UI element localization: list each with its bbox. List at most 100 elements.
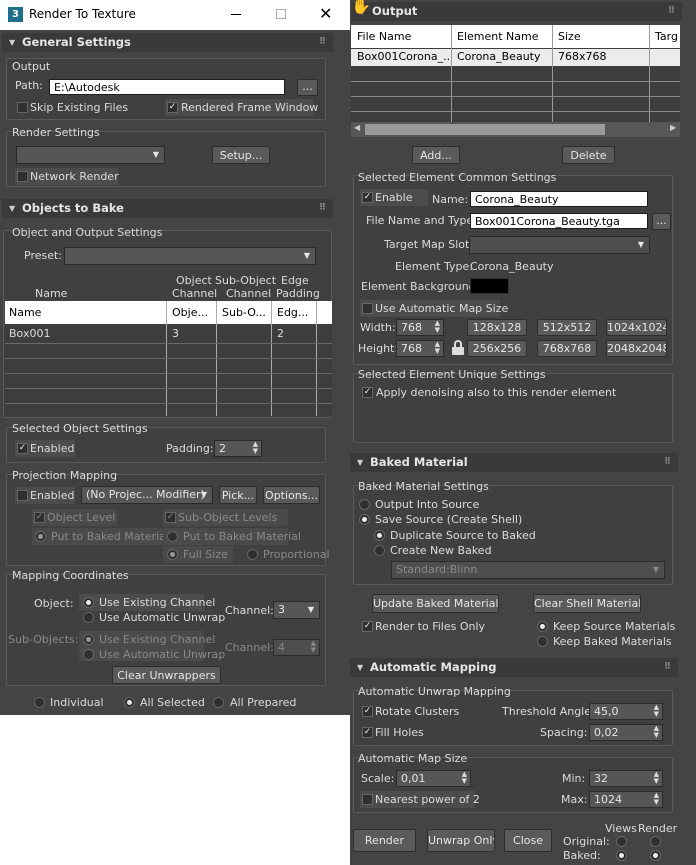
auto-map-size-checkbox[interactable] xyxy=(362,303,373,314)
general-settings-header[interactable]: ▼ General Settings ⠿ xyxy=(2,33,333,52)
scrollbar-thumb[interactable] xyxy=(365,124,605,135)
column-header-name[interactable]: Name xyxy=(5,303,165,323)
column-header-target[interactable]: Targ xyxy=(651,27,680,47)
threshold-spinner[interactable]: 45,0 ▲ ▼ xyxy=(589,703,663,720)
spinner-arrows-icon[interactable]: ▲ ▼ xyxy=(253,441,258,455)
use-existing-channel-radio[interactable] xyxy=(83,597,94,608)
baked-material-header[interactable]: ▼ Baked Material ⠿ xyxy=(350,453,678,472)
nearest-power-checkbox[interactable] xyxy=(362,794,373,805)
spinner-arrows-icon[interactable]: ▲ ▼ xyxy=(311,640,316,654)
unwrap-only-button[interactable]: Unwrap Only xyxy=(427,829,495,852)
projection-enabled-checkbox[interactable] xyxy=(17,490,28,501)
baked-views-radio[interactable] xyxy=(616,850,627,861)
sub-channel-spinner[interactable]: 4 ▲ ▼ xyxy=(273,639,320,656)
update-baked-button[interactable]: Update Baked Materials xyxy=(372,594,499,613)
object-level-checkbox[interactable]: ✓ xyxy=(34,512,45,523)
baked-render-radio[interactable] xyxy=(650,850,661,861)
enable-checkbox[interactable]: ✓ xyxy=(362,192,373,203)
renderer-dropdown[interactable]: ▼ xyxy=(16,146,165,164)
close-button[interactable]: Close xyxy=(504,829,552,852)
skip-existing-checkbox[interactable] xyxy=(17,102,28,113)
sub-object-levels-checkbox[interactable]: ✓ xyxy=(165,512,176,523)
projection-modifier-dropdown[interactable]: (No Projec... Modifier) ▼ xyxy=(81,486,213,504)
scale-spinner[interactable]: 0,01 ▲ ▼ xyxy=(396,770,471,787)
save-source-radio[interactable] xyxy=(359,514,370,525)
file-name-input[interactable]: Box001Corona_Beauty.tga xyxy=(470,213,648,229)
column-header-size[interactable]: Size xyxy=(554,27,649,47)
output-table[interactable]: File Name Element Name Size Targ Box001C… xyxy=(351,25,680,137)
proportional-radio[interactable] xyxy=(247,549,258,560)
max-spinner[interactable]: 1024 ▲ ▼ xyxy=(589,791,663,808)
put-baked-radio-2[interactable] xyxy=(167,531,178,542)
table-row[interactable]: Box001 xyxy=(5,324,165,344)
column-header-object-channel[interactable]: Obje... xyxy=(168,303,216,323)
network-render-checkbox[interactable] xyxy=(17,171,28,182)
enabled-checkbox[interactable]: ✓ xyxy=(17,443,28,454)
size-128-button[interactable]: 128x128 xyxy=(467,319,527,336)
add-button[interactable]: Add... xyxy=(412,146,460,164)
column-header-element-name[interactable]: Element Name xyxy=(453,27,553,47)
spinner-arrows-icon[interactable]: ▲ ▼ xyxy=(462,771,467,785)
keep-source-radio[interactable] xyxy=(537,621,548,632)
spinner-arrows-icon[interactable]: ▲ ▼ xyxy=(435,341,440,355)
spinner-arrows-icon[interactable]: ▲ ▼ xyxy=(654,792,659,806)
grip-icon[interactable]: ⠿ xyxy=(319,33,326,52)
rotate-clusters-checkbox[interactable]: ✓ xyxy=(362,706,373,717)
element-background-swatch[interactable] xyxy=(470,278,509,294)
options-button[interactable]: Options... xyxy=(263,486,320,504)
grip-icon[interactable]: ⠿ xyxy=(664,658,671,677)
maximize-icon[interactable] xyxy=(276,9,286,19)
automatic-mapping-header[interactable]: ▼ Automatic Mapping ⠿ xyxy=(350,658,678,677)
lock-icon[interactable] xyxy=(452,340,464,356)
original-render-radio[interactable] xyxy=(650,836,661,847)
individual-radio[interactable] xyxy=(34,697,45,708)
spinner-arrows-icon[interactable]: ▲ ▼ xyxy=(654,771,659,785)
grip-icon[interactable]: ⠿ xyxy=(319,199,326,218)
size-1024-button[interactable]: 1024x1024 xyxy=(606,319,667,336)
denoise-checkbox[interactable]: ✓ xyxy=(362,387,373,398)
delete-button[interactable]: Delete xyxy=(562,146,615,164)
padding-spinner[interactable]: 2 ▲ ▼ xyxy=(214,440,262,457)
clear-shell-button[interactable]: Clear Shell Materials xyxy=(533,594,641,613)
size-768-button[interactable]: 768x768 xyxy=(537,340,597,357)
sub-use-auto-radio[interactable] xyxy=(83,649,94,660)
element-name-input[interactable]: Corona_Beauty xyxy=(470,191,648,207)
objects-to-bake-header[interactable]: ▼ Objects to Bake ⠿ xyxy=(2,199,333,218)
objects-table[interactable]: Name Obje... Sub-O... Edg... Box001 3 2 xyxy=(5,301,332,416)
scroll-left-icon[interactable]: ◀ xyxy=(354,123,360,132)
height-spinner[interactable]: 768 ▲ ▼ xyxy=(396,340,444,357)
spinner-arrows-icon[interactable]: ▲ ▼ xyxy=(435,320,440,334)
output-header[interactable]: ▼ Output ⠿ xyxy=(352,2,682,21)
keep-baked-radio[interactable] xyxy=(537,636,548,647)
all-prepared-radio[interactable] xyxy=(213,697,224,708)
setup-button[interactable]: Setup... xyxy=(212,146,270,164)
column-header-sub-object[interactable]: Sub-O... xyxy=(218,303,272,323)
size-2048-button[interactable]: 2048x2048 xyxy=(606,340,667,357)
clear-unwrappers-button[interactable]: Clear Unwrappers xyxy=(112,666,221,684)
material-type-dropdown[interactable]: Standard:Blinn ▼ xyxy=(391,561,665,579)
original-views-radio[interactable] xyxy=(616,836,627,847)
fill-holes-checkbox[interactable]: ✓ xyxy=(362,727,373,738)
grip-icon[interactable]: ⠿ xyxy=(664,453,671,472)
sub-use-existing-radio[interactable] xyxy=(83,634,94,645)
scroll-right-icon[interactable]: ▶ xyxy=(670,123,676,132)
size-512-button[interactable]: 512x512 xyxy=(537,319,597,336)
width-spinner[interactable]: 768 ▲ ▼ xyxy=(396,319,444,336)
minimize-icon[interactable] xyxy=(231,14,241,15)
path-input[interactable]: E:\Autodesk xyxy=(49,79,285,95)
file-browse-button[interactable]: ... xyxy=(652,213,671,230)
close-icon[interactable]: ✕ xyxy=(319,4,332,24)
size-256-button[interactable]: 256x256 xyxy=(467,340,527,357)
put-baked-radio-1[interactable] xyxy=(35,531,46,542)
pick-button[interactable]: Pick... xyxy=(219,486,257,504)
preset-dropdown[interactable]: ▼ xyxy=(64,247,316,265)
render-files-only-checkbox[interactable]: ✓ xyxy=(362,621,373,632)
table-row[interactable]: Box001Corona_... xyxy=(353,47,451,67)
rendered-frame-checkbox[interactable]: ✓ xyxy=(167,102,178,113)
use-auto-unwrap-radio[interactable] xyxy=(83,612,94,623)
target-map-slot-dropdown[interactable]: ▼ xyxy=(469,236,650,254)
render-button[interactable]: Render xyxy=(353,829,416,852)
grip-icon[interactable]: ⠿ xyxy=(668,2,675,21)
all-selected-radio[interactable] xyxy=(124,697,135,708)
column-header-file-name[interactable]: File Name xyxy=(353,27,451,47)
